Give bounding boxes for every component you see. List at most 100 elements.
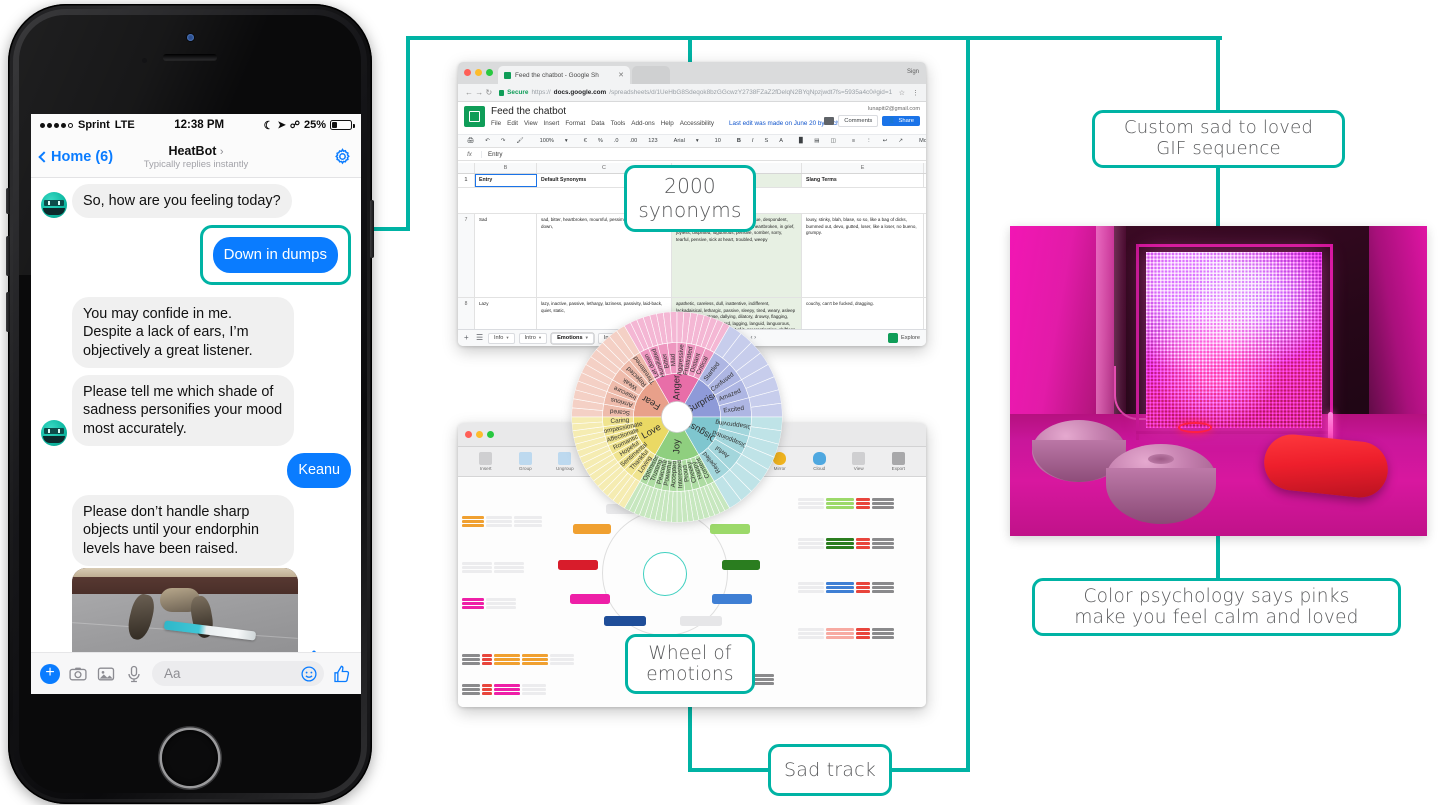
chrome-menu-icon[interactable]: ⋮ — [912, 89, 919, 97]
branch-cluster[interactable] — [798, 538, 894, 549]
hub-node[interactable] — [570, 594, 610, 604]
toolbar-cloud[interactable]: Cloud — [799, 452, 839, 471]
close-icon[interactable]: ✕ — [618, 71, 624, 79]
hub-node[interactable] — [722, 560, 760, 570]
print-icon[interactable]: 🖨 — [464, 138, 477, 144]
cell-slang-terms[interactable]: couchy, can't be fucked, dragging. — [802, 298, 924, 329]
menu-help[interactable]: Help — [661, 120, 674, 127]
branch-cluster[interactable] — [798, 498, 894, 509]
text-rotation-icon[interactable]: ↗ — [895, 138, 906, 144]
gear-icon[interactable] — [333, 147, 352, 166]
text-color-icon[interactable]: A — [776, 138, 786, 144]
font-select[interactable]: Arial — [671, 138, 688, 144]
column-header[interactable]: B — [475, 163, 537, 173]
menu-edit[interactable]: Edit — [507, 120, 518, 127]
cell-slang-terms-header[interactable]: Slang Terms — [802, 174, 924, 187]
branch-cluster[interactable] — [462, 562, 524, 573]
sheet-tab-info[interactable]: Info ▾ — [488, 332, 515, 344]
borders-icon[interactable]: ▤ — [811, 138, 822, 144]
currency-icon[interactable]: € — [581, 138, 590, 144]
home-button[interactable] — [162, 730, 218, 786]
branch-cluster[interactable] — [798, 628, 894, 639]
menu-file[interactable]: File — [491, 120, 501, 127]
increase-decimal-icon[interactable]: .00 — [627, 138, 641, 144]
window-traffic-lights[interactable] — [464, 69, 493, 76]
mindmap-core-node[interactable] — [643, 552, 687, 596]
power-button[interactable] — [370, 200, 374, 258]
toolbar-export[interactable]: Export — [879, 452, 919, 471]
smiley-icon[interactable] — [300, 665, 318, 683]
branch-cluster[interactable] — [462, 684, 546, 695]
volume-up-button[interactable] — [6, 236, 10, 276]
percent-icon[interactable]: % — [595, 138, 606, 144]
more-toolbar-button[interactable]: More — [916, 138, 926, 144]
menu-format[interactable]: Format — [565, 120, 585, 127]
search-input[interactable]: Aa — [152, 661, 324, 686]
merge-cells-icon[interactable]: ◫ — [828, 138, 839, 144]
cell-entry[interactable]: Lazy — [475, 298, 537, 329]
undo-icon[interactable]: ↶ — [482, 138, 493, 144]
volume-down-button[interactable] — [6, 292, 10, 332]
menu-addons[interactable]: Add-ons — [631, 120, 654, 127]
message-thread[interactable]: So, how are you feeling today? Down in d… — [31, 178, 361, 652]
row-number[interactable]: 7 — [458, 214, 475, 297]
microphone-icon[interactable] — [124, 664, 144, 684]
more-formats-icon[interactable]: 123 — [645, 138, 660, 144]
menu-data[interactable]: Data — [591, 120, 604, 127]
toolbar-view[interactable]: View — [839, 452, 879, 471]
vertical-align-icon[interactable]: ⋮ — [863, 138, 875, 144]
formula-bar[interactable]: fx Entry — [458, 148, 926, 161]
italic-icon[interactable]: I — [749, 138, 757, 144]
browser-nav-buttons[interactable]: ← → ↻ — [465, 88, 492, 97]
back-to-home-button[interactable]: Home (6) — [38, 149, 113, 165]
sheet-tab-intro[interactable]: Intro ▾ — [518, 332, 548, 344]
gif-attachment[interactable] — [72, 568, 298, 652]
share-button[interactable]: 👤 Share — [882, 116, 920, 126]
fill-color-icon[interactable]: ▉ — [796, 138, 806, 144]
menu-insert[interactable]: Insert — [544, 120, 560, 127]
branch-cluster[interactable] — [462, 598, 516, 609]
menu-tools[interactable]: Tools — [611, 120, 626, 127]
browser-tab-active[interactable]: Feed the chatbot - Google Sh ✕ — [498, 66, 630, 84]
add-sheet-icon[interactable]: + — [464, 334, 472, 342]
menu-view[interactable]: View — [524, 120, 538, 127]
menu-accessibility[interactable]: Accessibility — [680, 120, 714, 127]
horizontal-align-icon[interactable]: ≡ — [849, 138, 858, 144]
strikethrough-icon[interactable]: S — [761, 138, 771, 144]
browser-new-tab[interactable] — [632, 66, 670, 84]
thumbs-up-icon[interactable] — [332, 664, 352, 684]
zoom-select[interactable]: 100% — [537, 138, 557, 144]
hub-node[interactable] — [680, 616, 722, 626]
redo-icon[interactable]: ↷ — [498, 138, 509, 144]
comments-button[interactable]: Comments — [838, 115, 879, 127]
document-title[interactable]: Feed the chatbot — [491, 106, 871, 117]
hub-node[interactable] — [712, 594, 752, 604]
chat-icon[interactable] — [824, 117, 835, 125]
text-wrap-icon[interactable]: ↩ — [880, 138, 891, 144]
hub-node[interactable] — [558, 560, 598, 570]
bookmark-star-icon[interactable]: ☆ — [899, 89, 905, 97]
window-traffic-lights[interactable] — [465, 431, 494, 438]
all-sheets-icon[interactable]: ☰ — [476, 334, 484, 342]
camera-icon[interactable] — [68, 664, 88, 684]
bold-icon[interactable]: B — [734, 138, 744, 144]
decrease-decimal-icon[interactable]: .0 — [611, 138, 622, 144]
toolbar-insert[interactable]: Insert — [466, 452, 506, 471]
paint-format-icon[interactable]: 🖌 — [513, 138, 526, 144]
explore-button[interactable]: Explore — [888, 333, 920, 343]
photos-icon[interactable] — [96, 664, 116, 684]
branch-cluster[interactable] — [798, 582, 894, 593]
branch-cluster[interactable] — [462, 654, 574, 665]
branch-cluster[interactable] — [462, 516, 542, 527]
omnibox[interactable]: Secure https://docs.google.com/spreadshe… — [499, 89, 892, 96]
cell-entry-header[interactable]: Entry — [475, 174, 537, 187]
column-header[interactable]: E — [802, 163, 924, 173]
mute-switch[interactable] — [6, 188, 10, 214]
hub-node[interactable] — [604, 616, 646, 626]
row-number[interactable]: 8 — [458, 298, 475, 329]
toolbar-group[interactable]: Group — [506, 452, 546, 471]
sign-in-label[interactable]: Sign — [907, 69, 919, 75]
cell-entry[interactable]: Sad — [475, 214, 537, 297]
font-size-select[interactable]: 10 — [712, 138, 724, 144]
cell-slang-terms[interactable]: lousy, stinky, blah, blase, so so, like … — [802, 214, 924, 297]
